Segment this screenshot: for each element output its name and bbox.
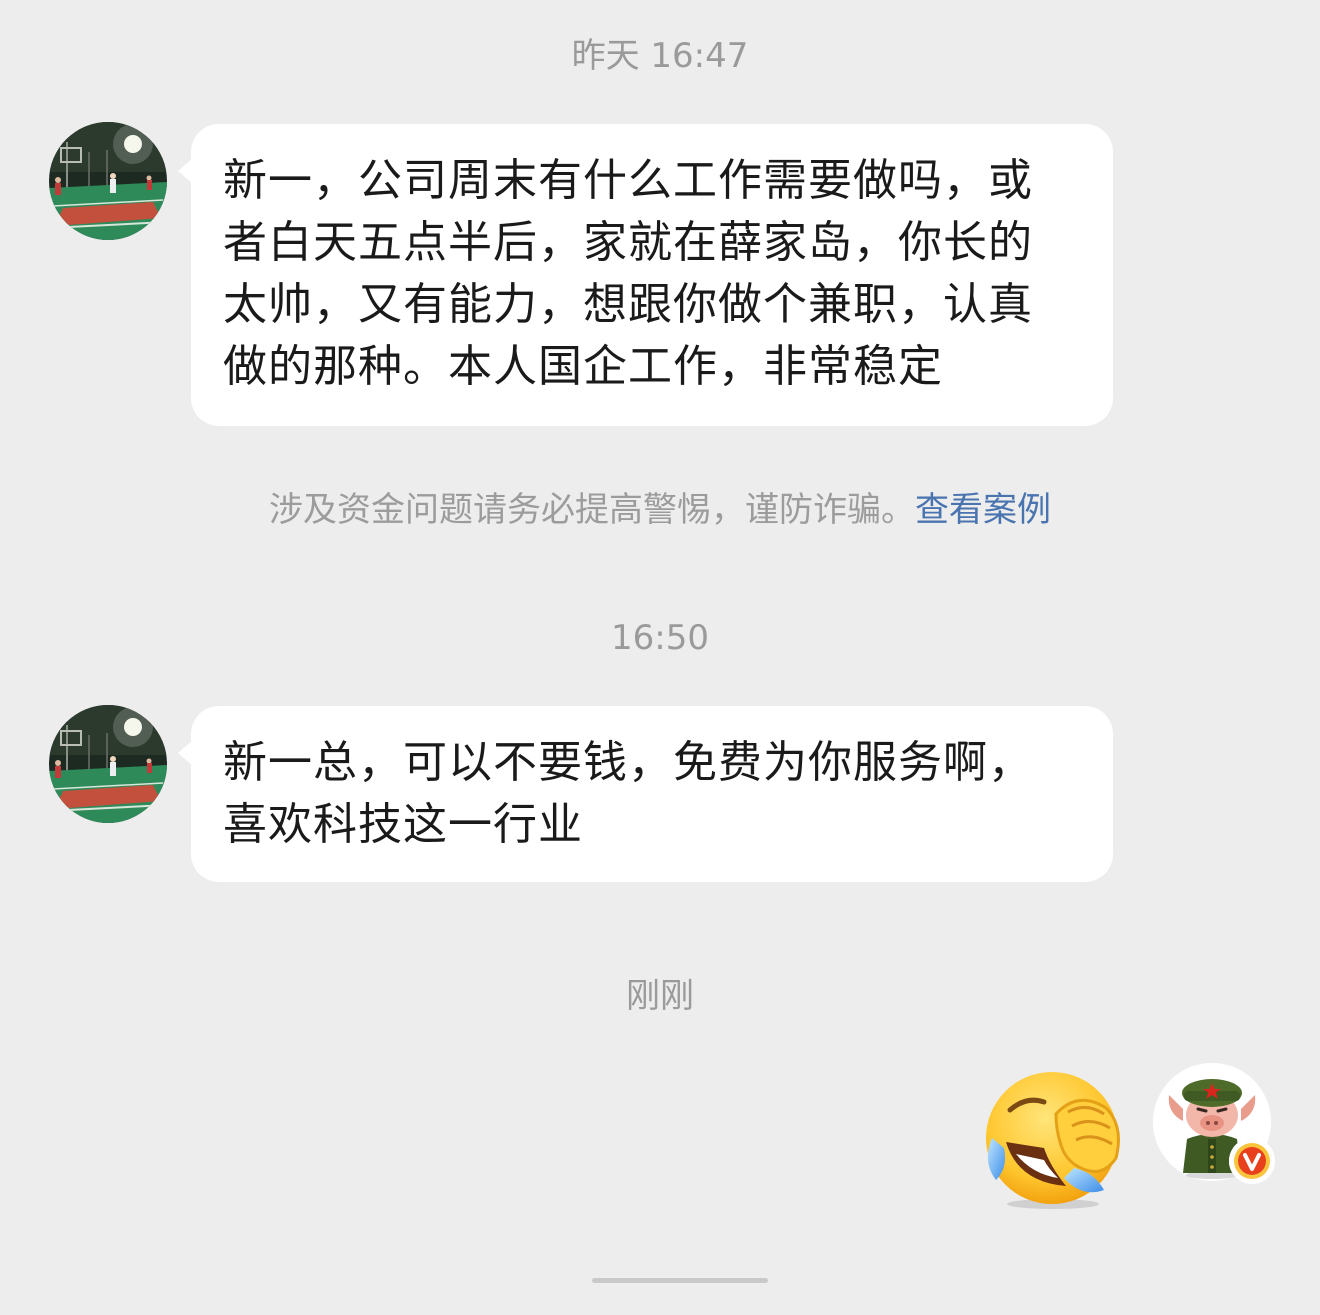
message-line: 新一，公司周末有什么工作需要做吗，或 [223, 155, 1033, 206]
message-line: 新一总，可以不要钱，免费为你服务啊， [223, 737, 1033, 788]
timestamp: 刚刚 [626, 976, 694, 1016]
message-bubble[interactable]: 新一总，可以不要钱，免费为你服务啊， 喜欢科技这一行业 [178, 706, 1113, 882]
timestamp: 16:50 [611, 618, 709, 658]
message-line: 做的那种。本人国企工作，非常稳定 [223, 341, 943, 392]
home-indicator[interactable] [592, 1278, 768, 1283]
view-cases-link[interactable]: 查看案例 [915, 490, 1051, 530]
message-line: 喜欢科技这一行业 [223, 799, 583, 850]
laughing-crying-emoji-icon[interactable] [982, 1068, 1124, 1210]
fraud-warning: 涉及资金问题请务必提高警惕，谨防诈骗。查看案例 [0, 490, 1320, 530]
message-line: 者白天五点半后，家就在薛家岛，你长的 [223, 217, 1033, 268]
verified-badge-icon [1229, 1138, 1275, 1184]
message-bubble[interactable]: 新一，公司周末有什么工作需要做吗，或 者白天五点半后，家就在薛家岛，你长的 太帅… [178, 124, 1113, 426]
contact-avatar[interactable] [49, 705, 167, 823]
message-line: 太帅，又有能力，想跟你做个兼职，认真 [223, 279, 1033, 330]
timestamp: 昨天 16:47 [571, 36, 749, 76]
fraud-warning-text: 涉及资金问题请务必提高警惕，谨防诈骗。 [269, 490, 915, 530]
contact-avatar[interactable] [49, 122, 167, 240]
